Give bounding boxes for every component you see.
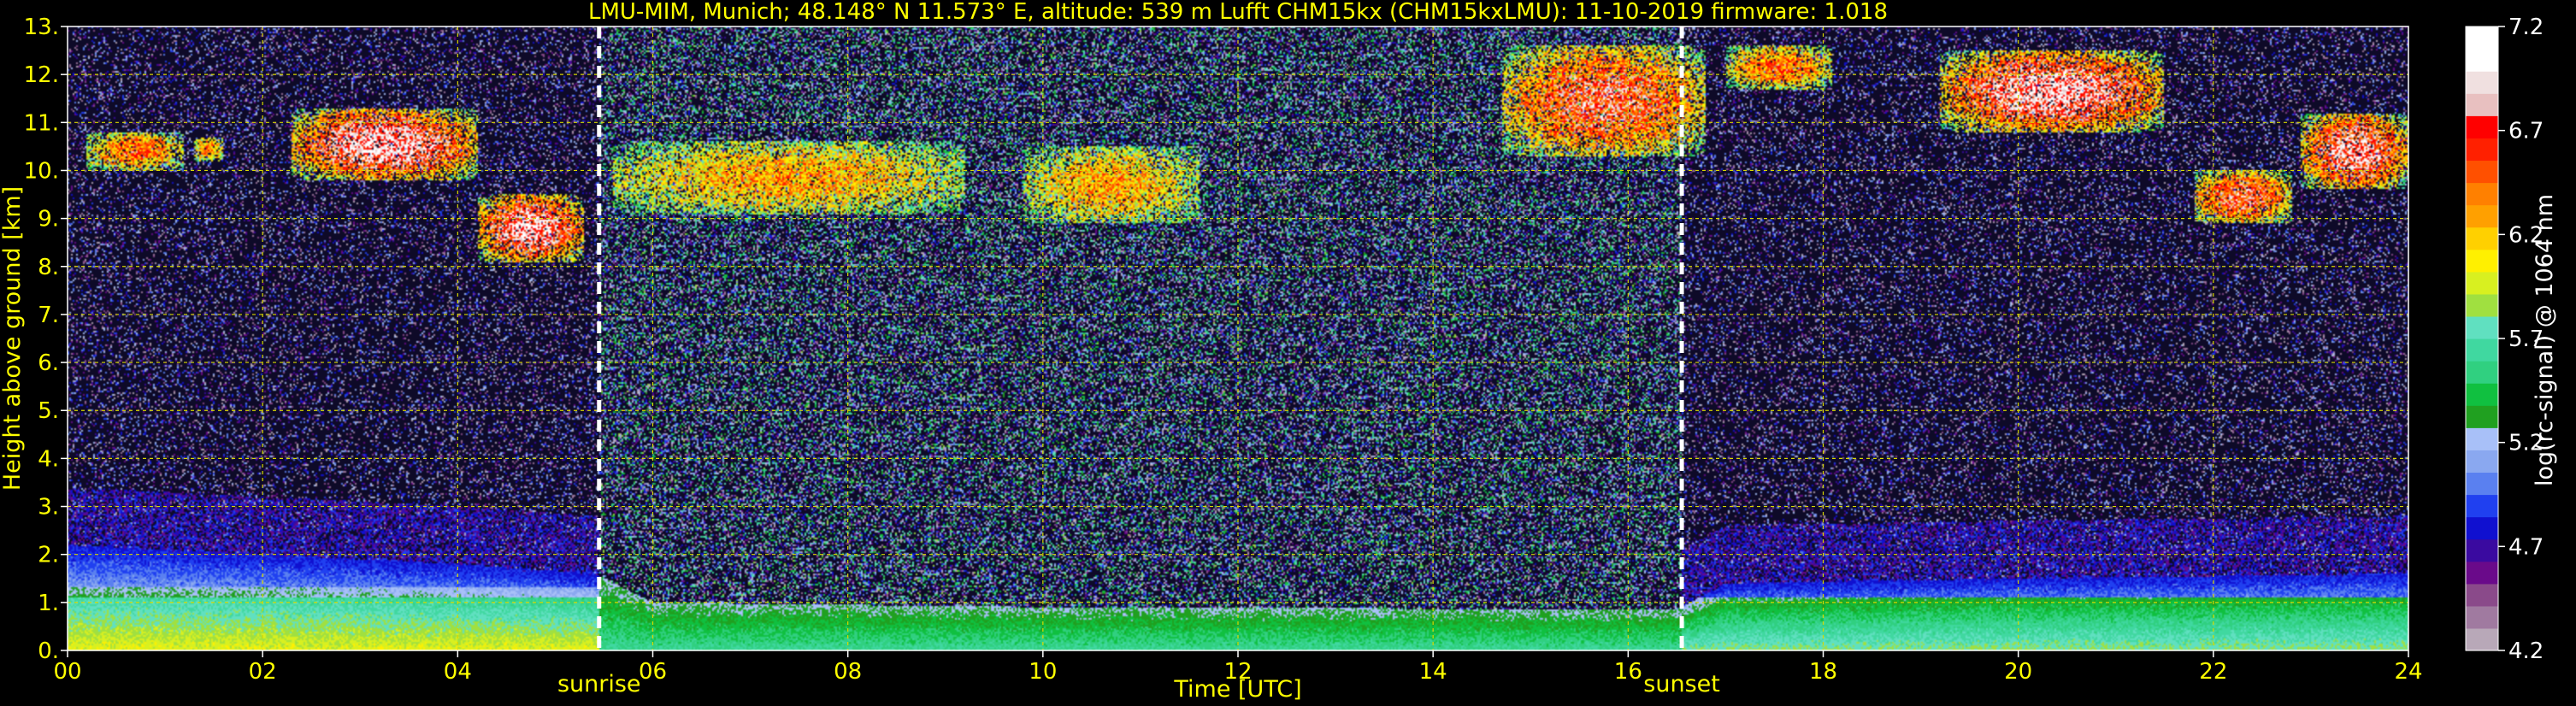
colorbar-segment [2466, 71, 2498, 94]
colorbar-segment [2466, 182, 2498, 206]
y-tick-label: 0. [38, 638, 59, 664]
colorbar-segment [2466, 494, 2498, 518]
colorbar-tick-label: 6.7 [2508, 119, 2544, 144]
colorbar-label: log(rc-signal) @ 1064 nm [2532, 194, 2558, 486]
colorbar-tick-label: 4.7 [2508, 534, 2544, 560]
x-tick-label: 10 [1029, 659, 1057, 685]
y-tick-label: 1. [38, 591, 59, 616]
x-axis-label: Time [UTC] [1173, 676, 1301, 703]
y-tick-label: 5. [38, 398, 59, 424]
y-tick-label: 9. [38, 207, 59, 232]
colorbar-segment [2466, 293, 2498, 317]
colorbar-segment [2466, 338, 2498, 362]
colorbar-segment [2466, 204, 2498, 228]
x-tick-label: 20 [2004, 659, 2032, 685]
colorbar-segment [2466, 93, 2498, 116]
colorbar-segment [2466, 472, 2498, 496]
event-label-sunrise: sunrise [557, 671, 641, 697]
x-tick-label: 24 [2394, 659, 2422, 685]
colorbar-segment [2466, 49, 2498, 72]
colorbar-segment [2466, 315, 2498, 339]
colorbar-segment [2466, 383, 2498, 406]
x-tick-label: 04 [444, 659, 472, 685]
x-tick-label: 18 [1809, 659, 1837, 685]
y-tick-label: 6. [38, 350, 59, 376]
colorbar-segment [2466, 26, 2498, 50]
x-tick-label: 14 [1419, 659, 1447, 685]
heatmap-canvas [68, 26, 2408, 650]
x-tick-label: 16 [1614, 659, 1642, 685]
colorbar-segment [2466, 405, 2498, 428]
colorbar-segment [2466, 427, 2498, 450]
chart-title: LMU-MIM, Munich; 48.148° N 11.573° E, al… [588, 0, 1888, 25]
ceilometer-figure: LMU-MIM, Munich; 48.148° N 11.573° E, al… [0, 0, 2576, 706]
y-tick-label: 11. [24, 110, 59, 136]
plot-area [67, 26, 2409, 651]
y-tick-label: 4. [38, 446, 59, 472]
colorbar-segment [2466, 115, 2498, 138]
colorbar-segment [2466, 227, 2498, 250]
x-tick-label: 06 [639, 659, 667, 685]
colorbar-segment [2466, 160, 2498, 184]
colorbar-segment [2466, 583, 2498, 607]
colorbar-tick-label: 4.2 [2508, 638, 2544, 664]
colorbar-segment [2466, 138, 2498, 162]
colorbar-segment [2466, 249, 2498, 273]
y-tick-label: 8. [38, 255, 59, 280]
y-tick-label: 10. [24, 158, 59, 184]
y-tick-label: 13. [24, 15, 59, 40]
colorbar-segment [2466, 538, 2498, 562]
colorbar-segment [2466, 271, 2498, 295]
y-axis-label: Height above ground [km] [0, 186, 26, 491]
colorbar-segment [2466, 627, 2498, 651]
y-tick-label: 2. [38, 543, 59, 568]
y-tick-label: 12. [24, 62, 59, 88]
y-tick-label: 7. [38, 303, 59, 328]
heatmap-image [68, 26, 2408, 650]
x-tick-label: 22 [2199, 659, 2227, 685]
colorbar-segment [2466, 561, 2498, 585]
x-tick-label: 02 [249, 659, 277, 685]
colorbar-tick-label: 7.2 [2508, 15, 2544, 40]
colorbar-segment [2466, 605, 2498, 629]
colorbar-segment [2466, 361, 2498, 384]
colorbar-segment [2466, 516, 2498, 540]
y-tick-label: 3. [38, 495, 59, 521]
event-label-sunset: sunset [1643, 671, 1720, 697]
x-tick-label: 08 [834, 659, 862, 685]
colorbar-segment [2466, 450, 2498, 474]
